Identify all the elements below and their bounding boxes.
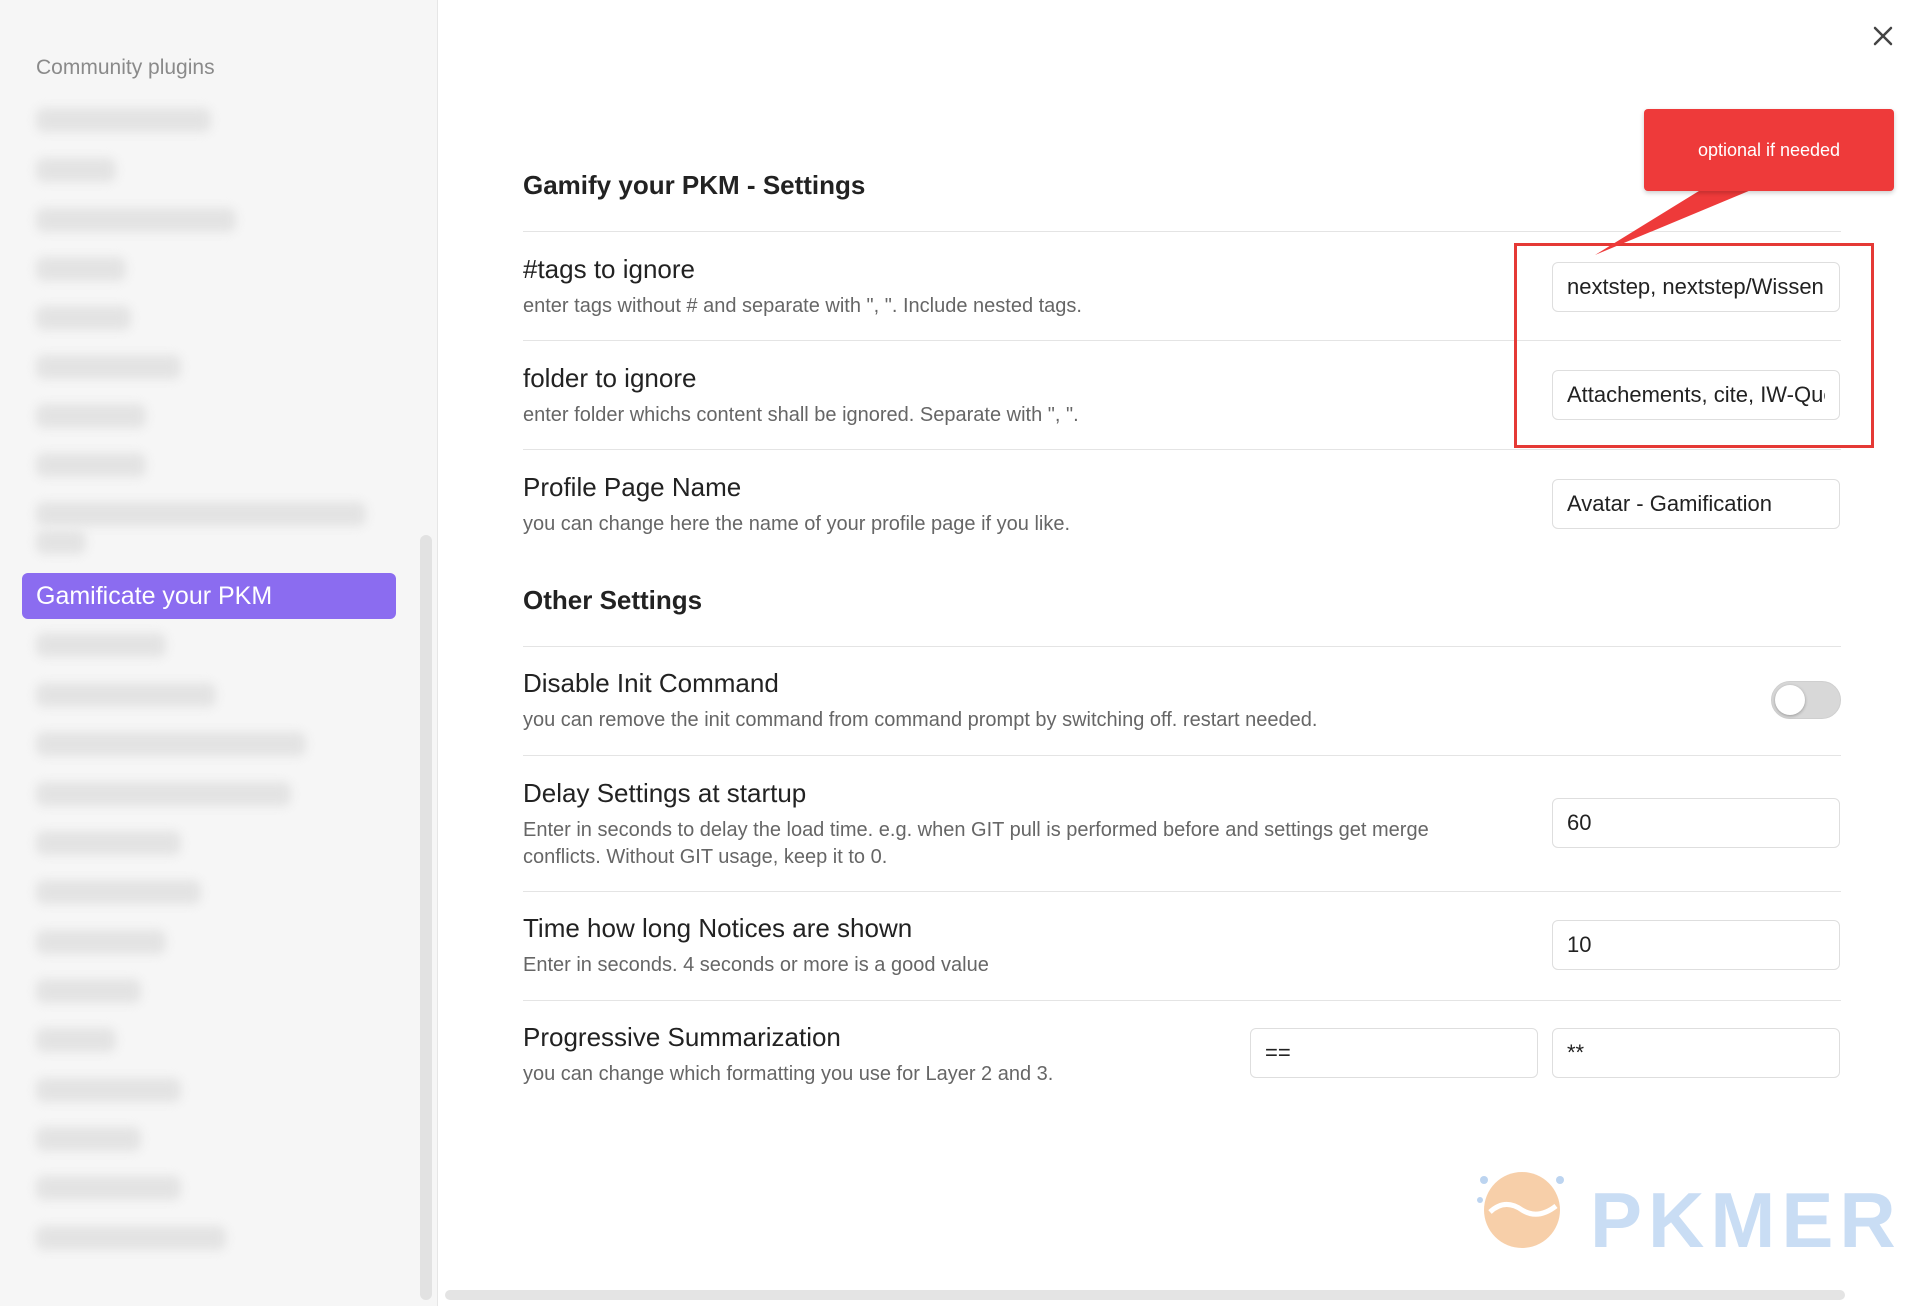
- horizontal-scrollbar[interactable]: [445, 1290, 1845, 1300]
- annotation-callout: optional if needed: [1644, 109, 1894, 191]
- pkmer-watermark-text: PKMER: [1590, 1176, 1902, 1264]
- callout-pointer: [1595, 178, 1780, 255]
- pkmer-logo-icon: [1470, 1160, 1570, 1260]
